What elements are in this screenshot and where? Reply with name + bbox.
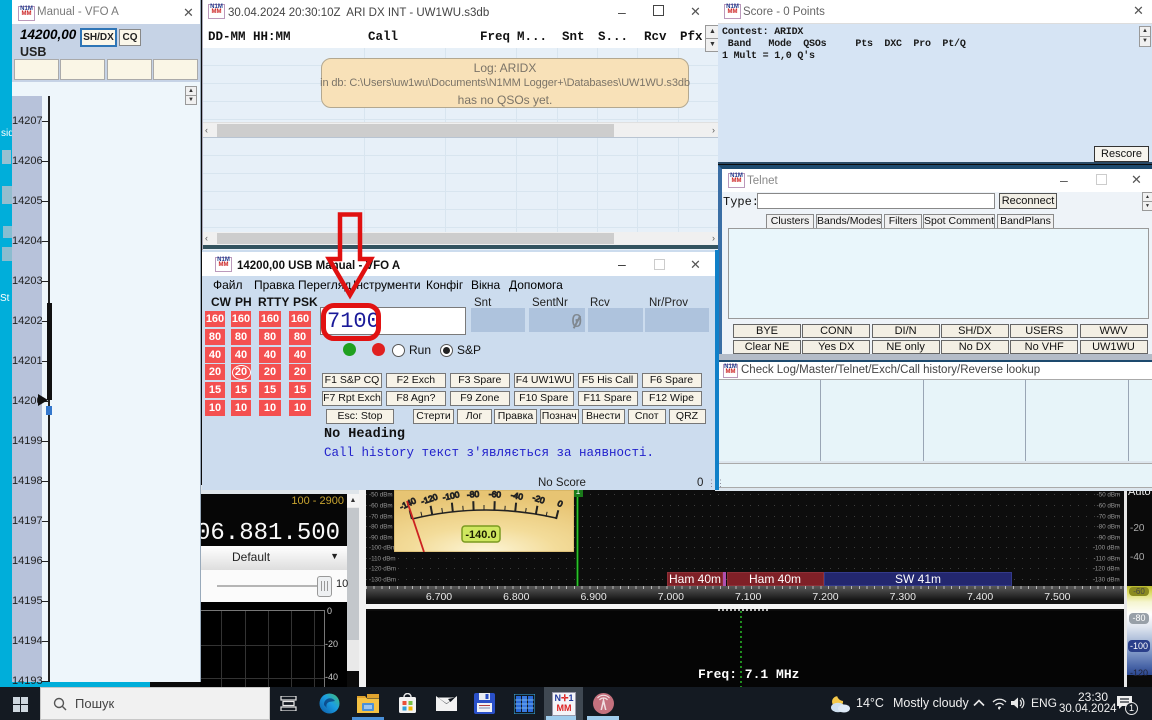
svg-text:-80: -80 [467,490,480,500]
svg-text:-60: -60 [489,490,502,500]
svg-text:-140.0: -140.0 [465,529,496,541]
